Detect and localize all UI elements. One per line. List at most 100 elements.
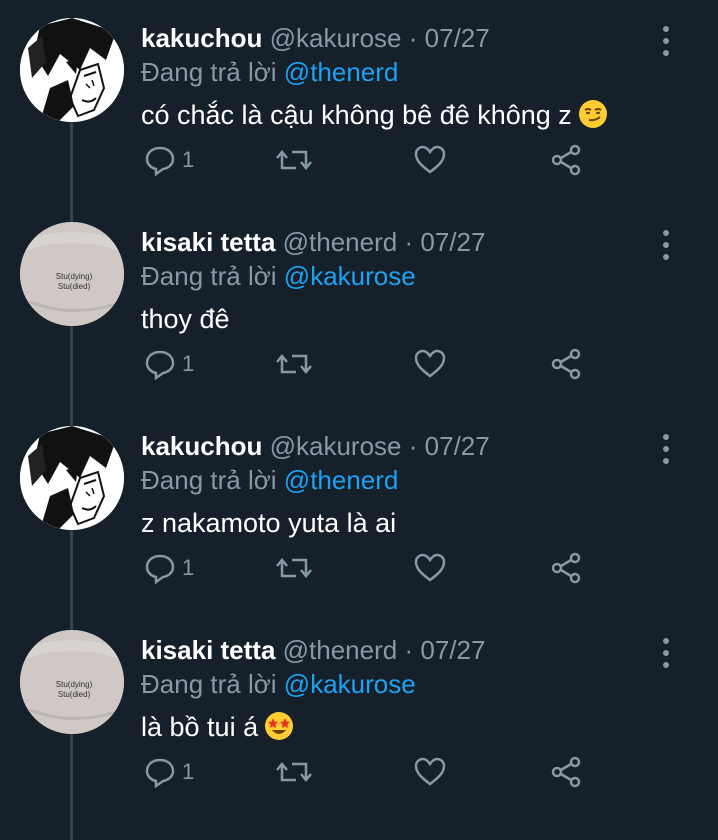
tweet-item[interactable]: Stu(dying) Stu(died) kisaki tetta @thene… bbox=[0, 204, 718, 408]
tweet-header: kisaki tetta @thenerd · 07/27 bbox=[141, 634, 485, 666]
tweet-date[interactable]: 07/27 bbox=[425, 23, 490, 53]
heart-icon bbox=[414, 349, 446, 378]
share-icon bbox=[551, 756, 581, 788]
tweet-actions: 1 bbox=[0, 548, 718, 588]
display-name[interactable]: kisaki tetta bbox=[141, 635, 275, 665]
smirking-face-icon bbox=[578, 99, 608, 137]
replying-to-label: Đang trả lời bbox=[141, 669, 277, 699]
manga-avatar-image bbox=[20, 18, 124, 122]
avatar-shirt-text: Stu(dying) bbox=[56, 680, 93, 689]
avatar[interactable] bbox=[20, 18, 124, 122]
tweet-actions: 1 bbox=[0, 752, 718, 792]
avatar[interactable] bbox=[20, 426, 124, 530]
mention-link[interactable]: @thenerd bbox=[284, 465, 399, 495]
mention-link[interactable]: @kakurose bbox=[284, 261, 416, 291]
tweet-text: z nakamoto yuta là ai bbox=[141, 506, 396, 540]
tweet-date[interactable]: 07/27 bbox=[420, 227, 485, 257]
like-button[interactable] bbox=[414, 140, 446, 180]
separator-dot: · bbox=[404, 635, 414, 665]
heart-icon bbox=[414, 145, 446, 174]
user-handle[interactable]: @thenerd bbox=[283, 227, 398, 257]
reply-icon bbox=[145, 758, 175, 788]
avatar-shirt-text: Stu(died) bbox=[58, 282, 91, 291]
avatar[interactable]: Stu(dying) Stu(died) bbox=[20, 222, 124, 326]
separator-dot: · bbox=[404, 227, 414, 257]
retweet-button[interactable] bbox=[276, 140, 312, 180]
replying-to: Đang trả lời @thenerd bbox=[141, 56, 398, 88]
reply-icon bbox=[145, 350, 175, 380]
tweet-date[interactable]: 07/27 bbox=[425, 431, 490, 461]
user-handle[interactable]: @kakurose bbox=[270, 23, 402, 53]
separator-dot: · bbox=[408, 23, 418, 53]
share-button[interactable] bbox=[550, 344, 582, 384]
tweet-header: kakuchou @kakurose · 07/27 bbox=[141, 22, 490, 54]
reply-icon bbox=[145, 146, 175, 176]
tweet-actions: 1 bbox=[0, 344, 718, 384]
reply-button[interactable]: 1 bbox=[144, 752, 194, 792]
replying-to-label: Đang trả lời bbox=[141, 57, 277, 87]
retweet-button[interactable] bbox=[276, 752, 312, 792]
tweet-text-content: thoy đê bbox=[141, 304, 230, 334]
reply-button[interactable]: 1 bbox=[144, 548, 194, 588]
star-struck-icon bbox=[264, 711, 294, 749]
share-button[interactable] bbox=[550, 548, 582, 588]
reply-button[interactable]: 1 bbox=[144, 344, 194, 384]
tweet-text-content: z nakamoto yuta là ai bbox=[141, 508, 397, 538]
more-options-icon[interactable] bbox=[656, 24, 676, 58]
tweet-text-content: là bồ tui á bbox=[141, 712, 259, 742]
replying-to: Đang trả lời @kakurose bbox=[141, 260, 416, 292]
reply-count: 1 bbox=[182, 555, 195, 580]
avatar-shirt-text: Stu(died) bbox=[58, 690, 91, 699]
display-name[interactable]: kisaki tetta bbox=[141, 227, 275, 257]
replying-to-label: Đang trả lời bbox=[141, 261, 277, 291]
display-name[interactable]: kakuchou bbox=[141, 431, 262, 461]
retweet-button[interactable] bbox=[276, 548, 312, 588]
like-button[interactable] bbox=[414, 548, 446, 588]
retweet-icon bbox=[276, 354, 312, 374]
reply-count: 1 bbox=[182, 351, 195, 376]
user-handle[interactable]: @thenerd bbox=[283, 635, 398, 665]
retweet-icon bbox=[276, 150, 312, 170]
more-options-icon[interactable] bbox=[656, 432, 676, 466]
shirt-avatar-image: Stu(dying) Stu(died) bbox=[20, 630, 124, 734]
reply-icon bbox=[145, 554, 175, 584]
mention-link[interactable]: @thenerd bbox=[284, 57, 399, 87]
like-button[interactable] bbox=[414, 752, 446, 792]
tweet-text: thoy đê bbox=[141, 302, 230, 336]
share-icon bbox=[551, 552, 581, 584]
share-button[interactable] bbox=[550, 752, 582, 792]
avatar[interactable]: Stu(dying) Stu(died) bbox=[20, 630, 124, 734]
share-icon bbox=[551, 348, 581, 380]
more-options-icon[interactable] bbox=[656, 636, 676, 670]
tweet-text: có chắc là cậu không bê đê không z bbox=[141, 98, 608, 137]
tweet-date[interactable]: 07/27 bbox=[420, 635, 485, 665]
separator-dot: · bbox=[408, 431, 418, 461]
mention-link[interactable]: @kakurose bbox=[284, 669, 416, 699]
replying-to-label: Đang trả lời bbox=[141, 465, 277, 495]
heart-icon bbox=[414, 757, 446, 786]
reply-count: 1 bbox=[182, 147, 195, 172]
replying-to: Đang trả lời @kakurose bbox=[141, 668, 416, 700]
replying-to: Đang trả lời @thenerd bbox=[141, 464, 398, 496]
heart-icon bbox=[414, 553, 446, 582]
share-icon bbox=[551, 144, 581, 176]
more-options-icon[interactable] bbox=[656, 228, 676, 262]
share-button[interactable] bbox=[550, 140, 582, 180]
retweet-icon bbox=[276, 762, 312, 782]
tweet-item[interactable]: kakuchou @kakurose · 07/27 Đang trả lời … bbox=[0, 408, 718, 612]
like-button[interactable] bbox=[414, 344, 446, 384]
user-handle[interactable]: @kakurose bbox=[270, 431, 402, 461]
tweet-text-content: có chắc là cậu không bê đê không z bbox=[141, 100, 572, 130]
tweet-item[interactable]: kakuchou @kakurose · 07/27 Đang trả lời … bbox=[0, 0, 718, 204]
retweet-icon bbox=[276, 558, 312, 578]
display-name[interactable]: kakuchou bbox=[141, 23, 262, 53]
reply-button[interactable]: 1 bbox=[144, 140, 194, 180]
tweet-actions: 1 bbox=[0, 140, 718, 180]
reply-count: 1 bbox=[182, 759, 195, 784]
tweet-header: kakuchou @kakurose · 07/27 bbox=[141, 430, 490, 462]
avatar-shirt-text: Stu(dying) bbox=[56, 272, 93, 281]
manga-avatar-image bbox=[20, 426, 124, 530]
tweet-item[interactable]: Stu(dying) Stu(died) kisaki tetta @thene… bbox=[0, 612, 718, 816]
tweet-text: là bồ tui á bbox=[141, 710, 294, 749]
retweet-button[interactable] bbox=[276, 344, 312, 384]
